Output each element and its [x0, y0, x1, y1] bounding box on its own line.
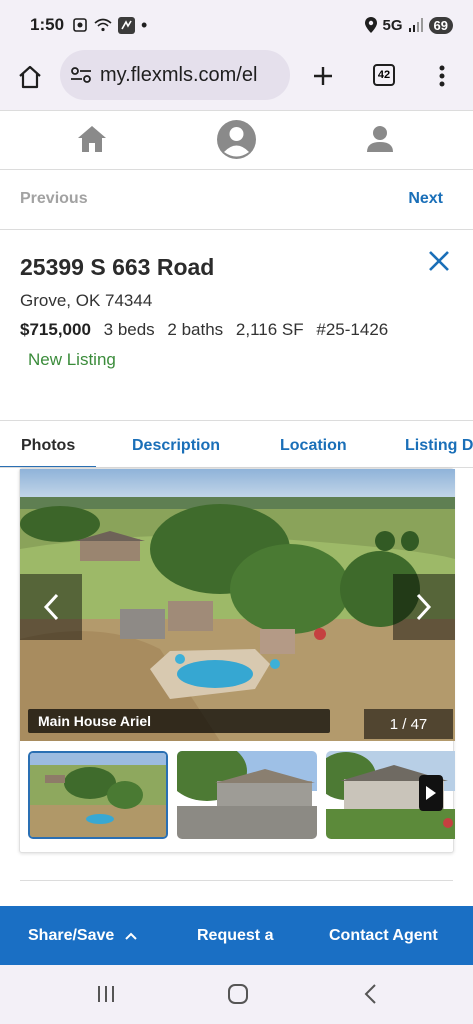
thumbnail-1[interactable] [28, 751, 168, 839]
tab-description[interactable]: Description [132, 437, 220, 455]
wifi-calling-icon [94, 18, 112, 32]
share-save-button[interactable]: Share/Save [28, 927, 137, 945]
browser-toolbar: my.flexmls.com/el 42 [0, 50, 473, 110]
tab-location[interactable]: Location [280, 437, 347, 455]
signal-icon [408, 18, 423, 32]
more-notifications-dot-icon: • [141, 14, 148, 35]
chevron-up-icon [125, 932, 137, 940]
more-menu-icon[interactable] [437, 64, 447, 88]
thumbnail-patio-photo [177, 751, 317, 839]
listing-baths: 2 baths [167, 320, 224, 339]
close-icon[interactable] [426, 248, 452, 274]
thumbnail-2[interactable] [177, 751, 317, 839]
battery-level: 69 [428, 16, 453, 34]
recent-apps-icon[interactable] [96, 984, 116, 1004]
site-home-icon[interactable] [77, 125, 107, 153]
thumbnail-aerial-photo [30, 753, 166, 837]
listing-status: New Listing [28, 350, 116, 369]
url-text: my.flexmls.com/el [100, 63, 258, 86]
action-bar: Share/Save Request a Contact Agent [0, 906, 473, 965]
photo-gallery: Main House Ariel 1 / 47 [19, 468, 455, 853]
chevron-left-icon [43, 593, 59, 621]
listing-sqft: 2,116 SF [235, 320, 304, 339]
network-type: 5G [382, 16, 403, 34]
listing-tabs: Photos Description Location Listing D [0, 420, 473, 468]
listing-beds: 3 beds [103, 320, 155, 339]
photo-caption: Main House Ariel [28, 709, 330, 733]
chevron-right-icon [416, 593, 432, 621]
new-tab-icon[interactable] [311, 64, 335, 88]
home-icon[interactable] [17, 64, 43, 90]
contact-agent-button[interactable]: Contact Agent [329, 927, 438, 945]
tab-listing-details[interactable]: Listing D [405, 437, 473, 455]
status-right: 5G 69 [364, 16, 453, 34]
listing-price: $715,000 [20, 320, 91, 339]
address-bar[interactable]: my.flexmls.com/el [60, 50, 290, 100]
tab-photos[interactable]: Photos [21, 437, 75, 455]
profile-circle-icon[interactable] [216, 119, 257, 160]
user-icon[interactable] [366, 125, 394, 153]
screenshot-icon [73, 18, 87, 32]
aerial-house-photo [20, 469, 455, 741]
more-photos-button[interactable] [419, 775, 443, 811]
location-icon [364, 17, 377, 33]
next-link[interactable]: Next [408, 190, 443, 208]
section-divider [20, 880, 453, 881]
listing-city: Grove, OK 74344 [20, 291, 153, 310]
status-notification-icons: • [72, 15, 147, 36]
listing-facts: $715,000 3 beds 2 baths 2,116 SF #25-142… [20, 320, 396, 340]
tab-switcher-button[interactable]: 42 [373, 64, 395, 86]
photo-thumbnails [20, 749, 455, 841]
listing-mls-number: #25-1426 [316, 320, 389, 339]
previous-link[interactable]: Previous [20, 190, 88, 208]
listing-pager: Previous Next [0, 170, 473, 230]
back-icon[interactable] [363, 983, 377, 1005]
play-icon [426, 786, 436, 800]
site-settings-icon[interactable] [70, 66, 92, 84]
listing-address: 25399 S 663 Road [20, 254, 215, 280]
system-home-icon[interactable] [227, 983, 249, 1005]
previous-photo-button[interactable] [20, 574, 82, 640]
system-nav-bar [0, 965, 473, 1024]
thumbnail-3[interactable] [326, 751, 455, 839]
status-time: 1:50 [30, 15, 65, 34]
screen: 1:50 • 5G 69 my.flexmls.com/el 42 Previo… [0, 0, 473, 1024]
request-button[interactable]: Request a [197, 927, 273, 945]
app-notification-icon [118, 16, 136, 34]
share-save-label: Share/Save [28, 927, 115, 944]
next-photo-button[interactable] [393, 574, 455, 640]
site-nav [0, 110, 473, 170]
status-bar: 1:50 • 5G 69 [0, 0, 473, 50]
main-photo[interactable]: Main House Ariel 1 / 47 [20, 469, 455, 741]
photo-counter: 1 / 47 [364, 709, 453, 739]
